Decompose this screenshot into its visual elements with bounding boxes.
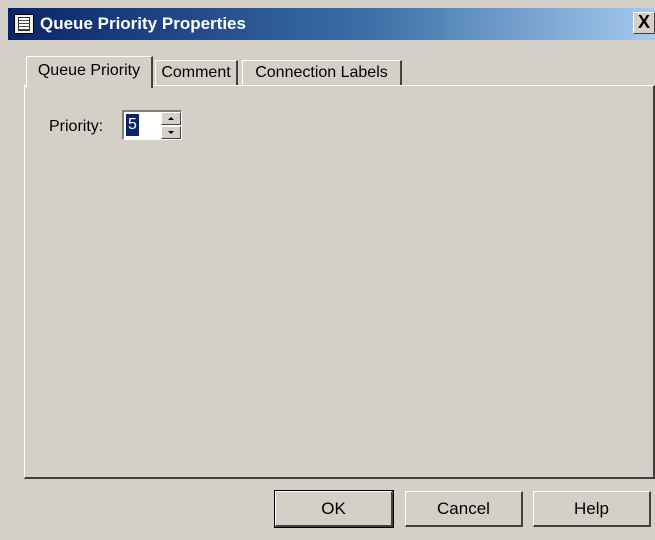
close-button[interactable]: X <box>633 12 655 34</box>
priority-spinner[interactable]: 5 <box>122 110 182 140</box>
priority-value[interactable]: 5 <box>126 114 139 136</box>
ok-button[interactable]: OK <box>274 490 394 528</box>
help-button[interactable]: Help <box>533 491 651 527</box>
tab-label: Comment <box>161 64 231 81</box>
tab-panel <box>24 85 655 479</box>
spin-down-arrow-icon[interactable] <box>161 126 181 139</box>
cancel-button[interactable]: Cancel <box>405 491 523 527</box>
priority-label: Priority: <box>49 118 104 135</box>
document-icon <box>14 14 34 34</box>
title-bar[interactable]: Queue Priority Properties X <box>8 8 655 40</box>
tab-comment[interactable]: Comment <box>155 60 238 86</box>
tab-label: Connection Labels <box>255 64 388 81</box>
window-title: Queue Priority Properties <box>40 14 246 33</box>
tab-queue-priority[interactable]: Queue Priority <box>26 56 153 88</box>
properties-dialog: Queue Priority Properties X Queue Priori… <box>0 0 655 540</box>
close-icon: X <box>637 12 650 32</box>
spinner-buttons <box>161 112 181 139</box>
spin-up-arrow-icon[interactable] <box>161 112 181 125</box>
tab-label: Queue Priority <box>37 62 141 79</box>
tab-connection-labels[interactable]: Connection Labels <box>242 60 402 86</box>
